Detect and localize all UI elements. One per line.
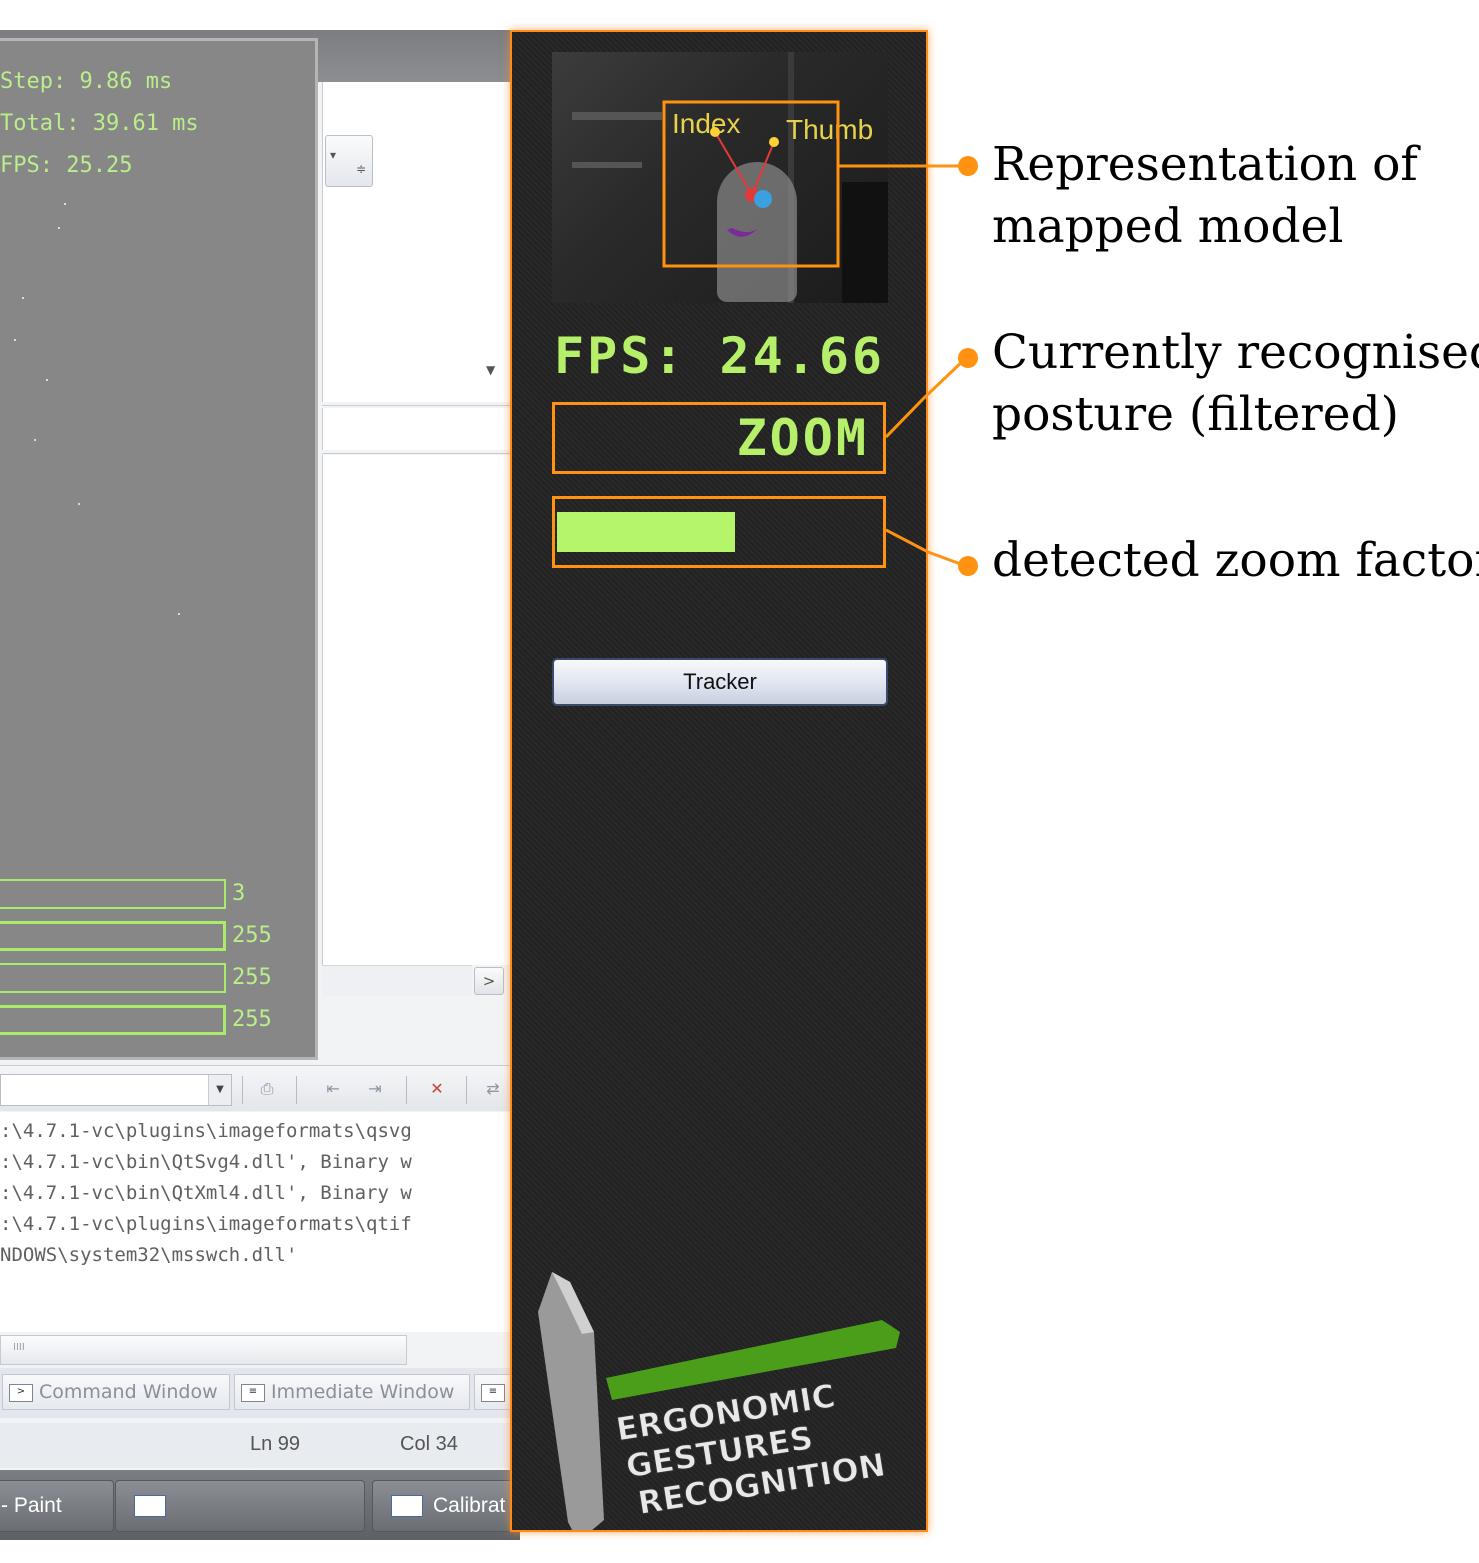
annotation-line: Representation of <box>992 137 1418 192</box>
annotation-dot <box>958 348 978 368</box>
annotation-line: posture (filtered) <box>992 387 1400 442</box>
annotation-mapped-model: Representation of mapped model <box>992 134 1418 258</box>
annotation-line: Currently recognised <box>992 325 1479 380</box>
connector-line <box>885 528 967 568</box>
annotation-zoom-factor: detected zoom factor <box>992 530 1479 592</box>
annotation-recognised-posture: Currently recognised posture (filtered) <box>992 322 1479 446</box>
annotation-dot <box>958 556 978 576</box>
annotation-line: mapped model <box>992 199 1344 254</box>
annotation-dot <box>958 156 978 176</box>
annotation-line: detected zoom factor <box>992 533 1479 588</box>
connector-line <box>884 356 968 439</box>
